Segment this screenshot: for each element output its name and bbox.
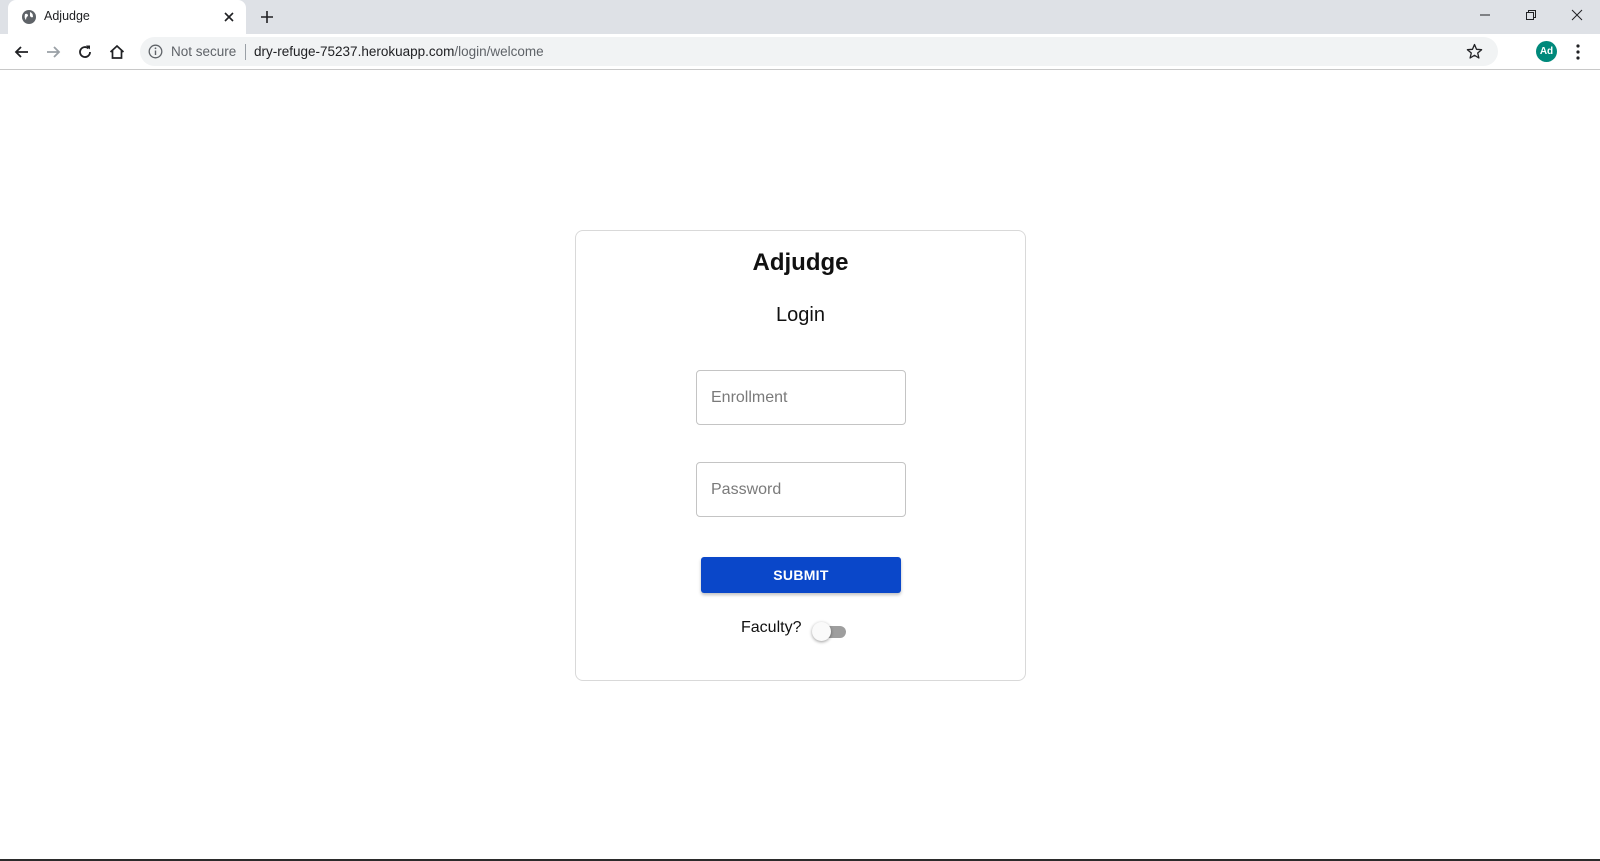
- close-icon[interactable]: [221, 9, 237, 25]
- security-label[interactable]: Not secure: [171, 44, 236, 59]
- profile-avatar[interactable]: Ad: [1536, 41, 1557, 62]
- browser-toolbar: Not secure dry-refuge-75237.herokuapp.co…: [0, 34, 1600, 70]
- omnibox-separator: [245, 44, 246, 60]
- enrollment-input[interactable]: [696, 370, 906, 425]
- browser-tabstrip: Adjudge: [0, 0, 1600, 34]
- faculty-toggle-row: Faculty?: [576, 619, 1025, 643]
- toggle-thumb: [812, 622, 831, 641]
- star-icon[interactable]: [1466, 43, 1483, 60]
- address-bar[interactable]: Not secure dry-refuge-75237.herokuapp.co…: [140, 37, 1498, 66]
- kebab-menu-icon[interactable]: [1568, 42, 1588, 62]
- info-icon[interactable]: [148, 44, 163, 59]
- window-close-button[interactable]: [1554, 0, 1600, 30]
- plus-icon[interactable]: [258, 8, 276, 26]
- login-card: Adjudge Login SUBMIT Faculty?: [575, 230, 1026, 681]
- minimize-icon: [1480, 14, 1490, 16]
- forward-button[interactable]: [41, 40, 65, 64]
- arrow-left-icon: [14, 46, 28, 58]
- url-host: dry-refuge-75237.herokuapp.com: [254, 44, 455, 59]
- window-restore-button[interactable]: [1508, 0, 1554, 30]
- tab-title: Adjudge: [44, 9, 90, 23]
- reload-button[interactable]: [73, 40, 97, 64]
- globe-icon: [22, 10, 36, 24]
- faculty-label: Faculty?: [741, 619, 802, 636]
- close-window-icon: [1571, 9, 1583, 21]
- reload-icon: [79, 45, 91, 58]
- submit-button[interactable]: SUBMIT: [701, 557, 901, 593]
- restore-icon: [1526, 10, 1536, 20]
- home-icon: [109, 44, 125, 59]
- home-button[interactable]: [105, 40, 129, 64]
- back-button[interactable]: [10, 40, 34, 64]
- browser-tab[interactable]: Adjudge: [8, 0, 246, 34]
- page-content: Adjudge Login SUBMIT Faculty?: [0, 70, 1600, 861]
- password-input[interactable]: [696, 462, 906, 517]
- url-path: /login/welcome: [454, 44, 544, 59]
- window-minimize-button[interactable]: [1462, 0, 1508, 30]
- arrow-right-icon: [47, 46, 61, 58]
- login-heading: Login: [776, 304, 825, 326]
- app-title: Adjudge: [752, 249, 849, 276]
- faculty-toggle[interactable]: [812, 621, 848, 641]
- url-text[interactable]: dry-refuge-75237.herokuapp.com/login/wel…: [254, 44, 544, 59]
